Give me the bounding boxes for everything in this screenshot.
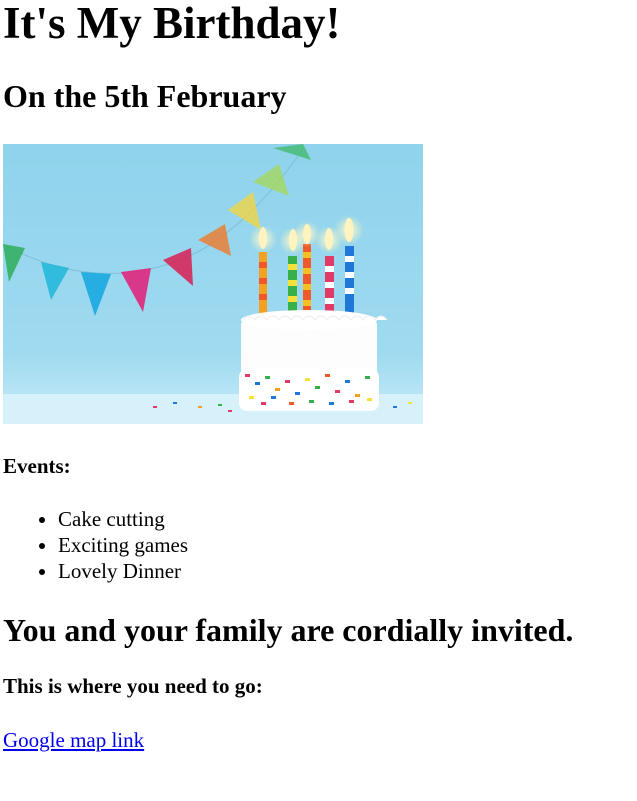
list-item: Lovely Dinner [58, 558, 637, 584]
events-list: Cake cutting Exciting games Lovely Dinne… [3, 506, 637, 584]
google-map-link[interactable]: Google map link [3, 727, 144, 753]
list-item: Cake cutting [58, 506, 637, 532]
list-item: Exciting games [58, 532, 637, 558]
birthday-cake-image [3, 144, 423, 424]
invitation-heading: You and your family are cordially invite… [3, 612, 574, 648]
date-heading: On the 5th February [3, 78, 287, 114]
page-title: It's My Birthday! [3, 0, 341, 48]
events-heading: Events: [3, 454, 71, 478]
directions-heading: This is where you need to go: [3, 674, 263, 698]
